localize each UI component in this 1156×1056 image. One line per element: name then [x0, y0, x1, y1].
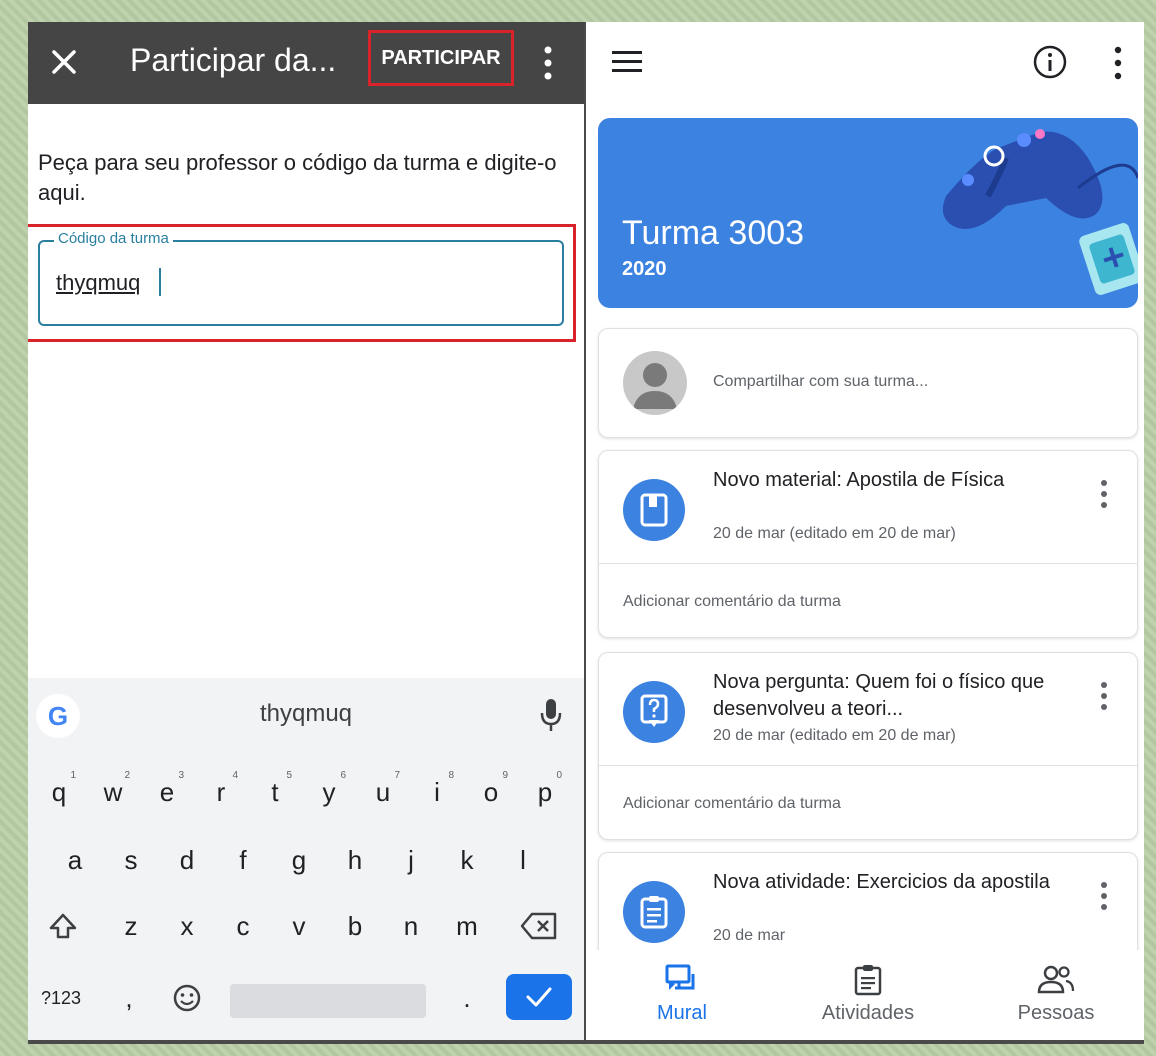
post-title[interactable]: Novo material: Apostila de Física: [713, 467, 1073, 494]
nav-label: Pessoas: [1017, 1002, 1095, 1024]
key-e[interactable]: e3: [142, 764, 192, 820]
bottom-navigation: Mural Atividades Pessoas: [586, 950, 1144, 1040]
post-title[interactable]: Nova pergunta: Quem foi o físico que des…: [713, 669, 1073, 723]
comma-key[interactable]: ,: [104, 970, 154, 1026]
screenshot-frame: Participar da... PARTICIPAR Peça para se…: [28, 22, 1144, 1044]
hamburger-menu-icon[interactable]: [612, 50, 642, 74]
question-icon: [623, 681, 685, 743]
add-comment-link[interactable]: Adicionar comentário da turma: [623, 795, 841, 813]
post-date: 20 de mar (editado em 20 de mar): [713, 727, 956, 744]
more-vert-icon[interactable]: [1108, 44, 1128, 82]
join-button[interactable]: PARTICIPAR: [368, 30, 514, 86]
join-top-bar: Participar da... PARTICIPAR: [28, 22, 584, 104]
symbols-key[interactable]: ?123: [36, 970, 86, 1026]
shift-key[interactable]: [38, 898, 88, 954]
key-z[interactable]: z: [106, 898, 156, 954]
class-code-input[interactable]: Código da turma thyqmuq: [38, 230, 564, 326]
key-t[interactable]: t5: [250, 764, 300, 820]
post-divider: [599, 765, 1137, 766]
microphone-icon[interactable]: [540, 698, 562, 732]
page-title: Participar da...: [130, 42, 337, 78]
post-divider: [599, 563, 1137, 564]
post-title[interactable]: Nova atividade: Exercicios da apostila: [713, 869, 1073, 896]
key-h[interactable]: h: [330, 832, 380, 888]
nav-tab-atividades[interactable]: Atividades: [798, 964, 938, 1034]
book-icon: [623, 479, 685, 541]
key-u[interactable]: u7: [358, 764, 408, 820]
keyboard-suggestion[interactable]: thyqmuq: [28, 700, 584, 728]
key-j[interactable]: j: [386, 832, 436, 888]
post-more-icon[interactable]: [1099, 479, 1109, 509]
key-a[interactable]: a: [50, 832, 100, 888]
post-card-material[interactable]: Novo material: Apostila de Física 20 de …: [598, 450, 1138, 638]
backspace-key[interactable]: [514, 898, 564, 954]
nav-tab-mural[interactable]: Mural: [612, 964, 752, 1034]
share-with-class-card[interactable]: Compartilhar com sua turma...: [598, 328, 1138, 438]
post-more-icon[interactable]: [1099, 881, 1109, 911]
key-w[interactable]: w2: [88, 764, 138, 820]
info-icon[interactable]: [1032, 44, 1068, 80]
key-s[interactable]: s: [106, 832, 156, 888]
key-o[interactable]: o9: [466, 764, 516, 820]
key-r[interactable]: r4: [196, 764, 246, 820]
key-g[interactable]: g: [274, 832, 324, 888]
period-key[interactable]: .: [442, 970, 492, 1026]
nav-tab-pessoas[interactable]: Pessoas: [986, 964, 1126, 1034]
class-name: Turma 3003: [622, 214, 805, 252]
on-screen-keyboard: G thyqmuq q1w2e3r4t5y6u7i8o9p0 asdfghjkl…: [28, 678, 584, 1040]
key-p[interactable]: p0: [520, 764, 570, 820]
post-date: 20 de mar: [713, 927, 786, 944]
add-comment-link[interactable]: Adicionar comentário da turma: [623, 593, 841, 611]
enter-key[interactable]: [506, 974, 572, 1020]
classwork-icon: [854, 965, 882, 996]
class-code-value: thyqmuq: [56, 270, 141, 295]
key-x[interactable]: x: [162, 898, 212, 954]
key-l[interactable]: l: [498, 832, 548, 888]
key-m[interactable]: m: [442, 898, 492, 954]
stream-top-bar: [586, 22, 1144, 104]
text-cursor: [159, 268, 161, 296]
stream-icon: [665, 964, 695, 990]
key-n[interactable]: n: [386, 898, 436, 954]
class-year: 2020: [622, 258, 667, 280]
key-c[interactable]: c: [218, 898, 268, 954]
key-d[interactable]: d: [162, 832, 212, 888]
share-placeholder: Compartilhar com sua turma...: [713, 373, 929, 390]
emoji-key[interactable]: [162, 970, 212, 1026]
post-more-icon[interactable]: [1099, 681, 1109, 711]
gamepad-illustration-icon: [942, 129, 1138, 295]
class-banner[interactable]: Turma 3003 2020: [598, 118, 1138, 308]
people-icon: [1037, 965, 1075, 994]
post-card-question[interactable]: Nova pergunta: Quem foi o físico que des…: [598, 652, 1138, 840]
key-f[interactable]: f: [218, 832, 268, 888]
class-stream-screen: Turma 3003 2020 Compartilhar com sua tur…: [586, 22, 1144, 1040]
post-date: 20 de mar (editado em 20 de mar): [713, 525, 956, 542]
space-key[interactable]: [230, 984, 426, 1018]
nav-label: Mural: [656, 1002, 707, 1024]
nav-label: Atividades: [821, 1002, 915, 1024]
instruction-text: Peça para seu professor o código da turm…: [38, 150, 557, 205]
key-b[interactable]: b: [330, 898, 380, 954]
key-v[interactable]: v: [274, 898, 324, 954]
key-k[interactable]: k: [442, 832, 492, 888]
class-code-label: Código da turma: [54, 230, 173, 247]
avatar: [623, 351, 687, 415]
close-icon[interactable]: [44, 42, 84, 82]
key-y[interactable]: y6: [304, 764, 354, 820]
assignment-icon: [623, 881, 685, 943]
key-i[interactable]: i8: [412, 764, 462, 820]
keyboard-suggestion-bar: G thyqmuq: [28, 678, 584, 754]
join-class-screen: Participar da... PARTICIPAR Peça para se…: [28, 22, 584, 1040]
more-vert-icon[interactable]: [538, 44, 558, 82]
key-q[interactable]: q1: [34, 764, 84, 820]
